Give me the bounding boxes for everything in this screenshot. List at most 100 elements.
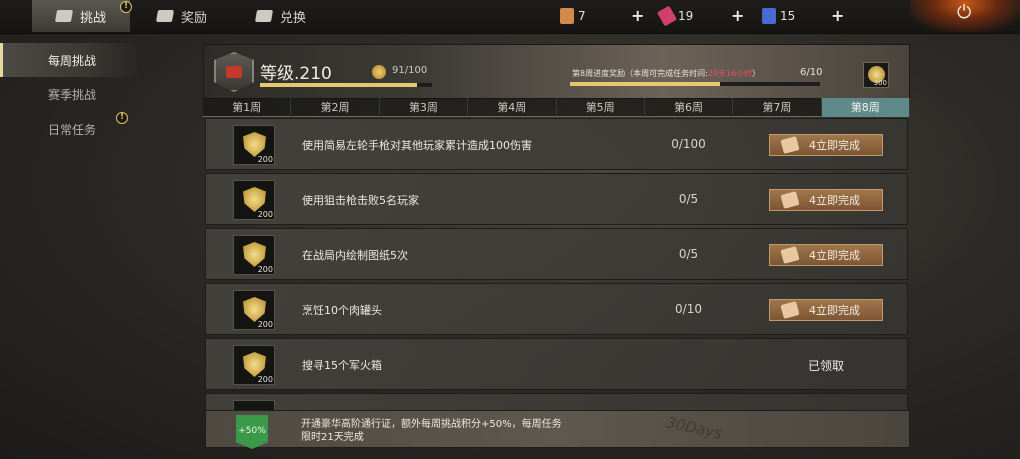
xp-coin-icon: [372, 65, 386, 79]
task-row: 200 在战局内绘制图纸5次 0/5 4立即完成: [205, 228, 908, 280]
complete-now-label: 4立即完成: [809, 194, 860, 207]
claimed-status: 已领取: [807, 359, 844, 373]
tab-exchange-label: 兑换: [280, 10, 307, 26]
task-row: 200 使用狙击枪击败5名玩家 0/5 4立即完成: [205, 173, 908, 225]
task-progress: 0/10: [675, 302, 702, 316]
blue-card-icon: [762, 8, 776, 24]
weekly-progress-value: 6/10: [800, 67, 823, 78]
task-reward-amount: 200: [257, 155, 273, 164]
week-tabs: 第1周 第2周 第3周 第4周 第5周 第6周 第7周 第8周: [203, 98, 910, 117]
task-progress: 0/5: [678, 192, 699, 206]
shield-coin-icon: [243, 132, 266, 157]
tab-week-8[interactable]: 第8周: [821, 98, 910, 117]
task-list[interactable]: 200 使用简易左轮手枪对其他玩家累计造成100伤害 0/100 4立即完成 2…: [205, 118, 908, 410]
weekly-reward-chest[interactable]: 300: [863, 62, 889, 88]
task-reward-amount: 200: [257, 320, 273, 329]
task-description: 搜寻15个军火箱: [302, 359, 382, 372]
reward-icon: 200: [233, 290, 275, 330]
tab-challenge[interactable]: 挑战 !: [32, 0, 132, 32]
shield-coin-icon: [243, 187, 266, 212]
task-row: 200 烹饪10个肉罐头 0/10 4立即完成: [205, 283, 908, 335]
task-description: 使用狙击枪击败5名玩家: [302, 194, 419, 207]
ticket-icon: [780, 246, 800, 264]
menu-weekly-challenge-label: 每周挑战: [48, 53, 97, 68]
weekly-reward-count: 300: [873, 79, 887, 87]
tab-week-2[interactable]: 第2周: [291, 98, 380, 117]
menu-season-challenge-label: 赛季挑战: [48, 87, 97, 102]
resource-tickets: 7: [560, 8, 586, 24]
complete-now-button[interactable]: 4立即完成: [769, 299, 883, 321]
menu-season-challenge[interactable]: 赛季挑战: [0, 77, 140, 111]
resource-blue-cards: 15: [762, 8, 795, 24]
task-reward-amount: 200: [257, 210, 273, 219]
menu-daily-tasks[interactable]: 日常任务 !: [0, 112, 140, 146]
reward-icon: 200: [233, 180, 275, 220]
tab-week-3[interactable]: 第3周: [380, 98, 469, 117]
ticket-icon: [780, 191, 800, 209]
level-label: 等级.210: [260, 64, 332, 84]
add-blue-cards-button[interactable]: +: [831, 8, 844, 24]
shield-coin-icon: [243, 297, 266, 322]
challenge-icon: [54, 10, 74, 22]
reward-icon: 200: [233, 235, 275, 275]
add-tickets-button[interactable]: +: [631, 8, 644, 24]
level-header: 等级.210 91/100 第8周进度奖励（本周可完成任务时间:20天16小时）…: [203, 44, 910, 99]
shield-coin-icon: [243, 242, 266, 267]
premium-pass-banner[interactable]: +50% 开通豪华高阶通行证，额外每周挑战积分+50%，每周任务限时21天完成 …: [205, 410, 910, 449]
task-progress: 0/100: [671, 137, 706, 151]
tab-rewards[interactable]: 奖励: [155, 0, 247, 32]
task-row: [205, 393, 908, 410]
shield-coin-icon: [243, 352, 266, 377]
tab-week-4[interactable]: 第4周: [468, 98, 557, 117]
xp-progress-bar: [260, 83, 432, 87]
tab-week-1[interactable]: 第1周: [203, 98, 292, 117]
background-watermark: 30Days: [664, 413, 724, 443]
tab-rewards-label: 奖励: [181, 10, 208, 26]
bonus-badge-label: +50%: [238, 426, 266, 436]
resource-pass-cards-value: 19: [678, 9, 694, 23]
task-row: 200 搜寻15个军火箱 已领取: [205, 338, 908, 390]
task-description: 在战局内绘制图纸5次: [302, 249, 408, 262]
add-pass-cards-button[interactable]: +: [731, 8, 744, 24]
complete-now-button[interactable]: 4立即完成: [769, 189, 883, 211]
power-button[interactable]: ⏻: [910, 0, 1020, 32]
complete-now-label: 4立即完成: [809, 249, 860, 262]
power-icon: ⏻: [957, 2, 972, 23]
ticket-icon: [780, 136, 800, 154]
reward-icon: 200: [233, 345, 275, 385]
menu-weekly-challenge[interactable]: 每周挑战: [0, 43, 140, 77]
reward-icon: 200: [233, 125, 275, 165]
rank-emblem-icon: [214, 52, 254, 92]
alert-icon: !: [120, 1, 132, 13]
tab-week-6[interactable]: 第6周: [645, 98, 734, 117]
task-reward-amount: 200: [257, 265, 273, 274]
premium-pass-text: 开通豪华高阶通行证，额外每周挑战积分+50%，每周任务限时21天完成: [301, 419, 562, 443]
weekly-progress-label: 第8周进度奖励（本周可完成任务时间:20天16小时）: [572, 69, 761, 78]
left-menu: 每周挑战 赛季挑战 日常任务 !: [0, 34, 200, 459]
complete-now-button[interactable]: 4立即完成: [769, 134, 883, 156]
task-progress: 0/5: [678, 247, 699, 261]
top-bar: 挑战 ! 奖励 兑换 7 + 19 + 15 + ⏻: [0, 0, 1020, 34]
complete-now-button[interactable]: 4立即完成: [769, 244, 883, 266]
rewards-icon: [155, 10, 175, 22]
pass-card-icon: [656, 5, 678, 27]
task-description: 使用简易左轮手枪对其他玩家累计造成100伤害: [302, 139, 532, 152]
resource-pass-cards: 19: [656, 5, 694, 27]
ticket-icon: [560, 8, 574, 24]
tab-week-5[interactable]: 第5周: [557, 98, 645, 117]
ticket-icon: [780, 301, 800, 319]
weekly-progress-bar: [570, 82, 820, 86]
task-row: 200 使用简易左轮手枪对其他玩家累计造成100伤害 0/100 4立即完成: [205, 118, 908, 170]
alert-icon: !: [116, 112, 128, 124]
tab-exchange[interactable]: 兑换: [254, 0, 346, 32]
task-description: 烹饪10个肉罐头: [302, 304, 382, 317]
task-reward-amount: 200: [257, 375, 273, 384]
bonus-badge: +50%: [236, 415, 268, 449]
remaining-time: 20天16小时: [707, 69, 753, 78]
complete-now-label: 4立即完成: [809, 139, 860, 152]
resource-blue-cards-value: 15: [780, 9, 796, 23]
complete-now-label: 4立即完成: [809, 304, 860, 317]
menu-daily-tasks-label: 日常任务: [48, 122, 97, 137]
tab-week-7[interactable]: 第7周: [733, 98, 822, 117]
tab-challenge-label: 挑战: [80, 10, 107, 26]
